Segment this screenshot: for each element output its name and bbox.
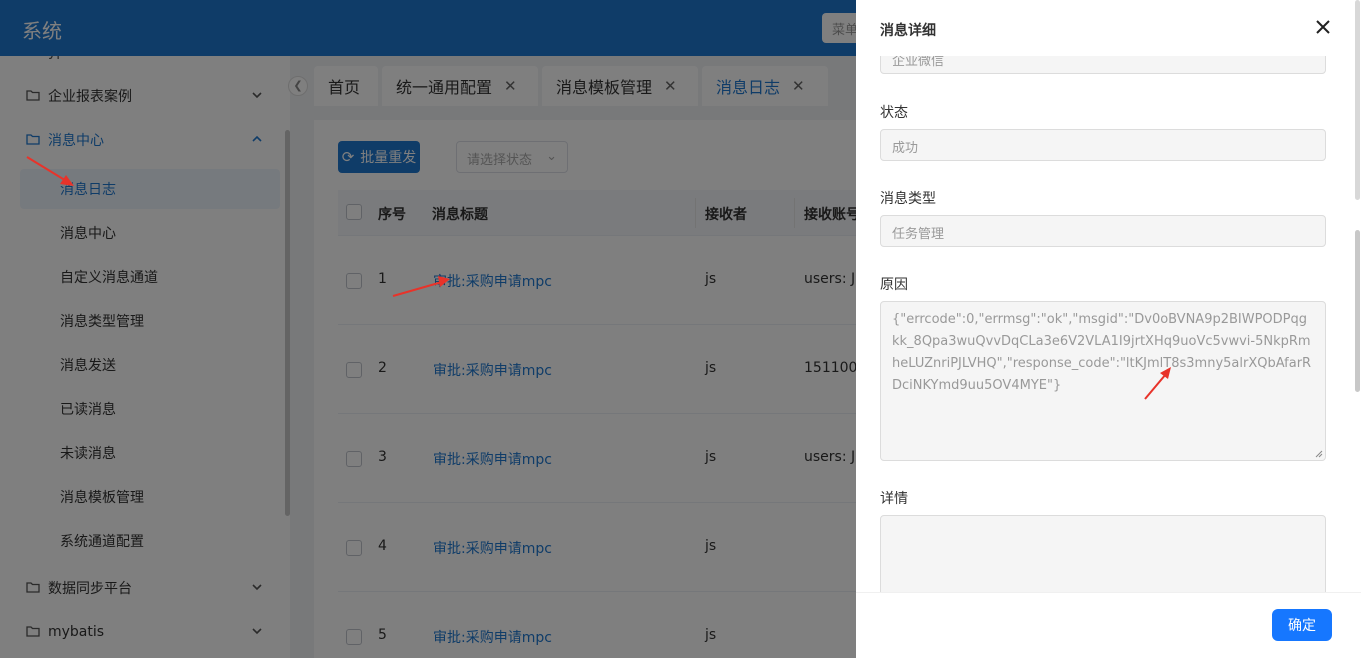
status-field[interactable]: 成功 — [880, 129, 1326, 161]
message-type-field[interactable]: 任务管理 — [880, 215, 1326, 247]
close-icon[interactable] — [1314, 18, 1332, 36]
confirm-button[interactable]: 确定 — [1272, 609, 1332, 641]
drawer-title: 消息详细 — [880, 23, 936, 39]
channel-field[interactable]: 企业微信 — [880, 56, 1326, 74]
message-detail-drawer: 消息详细 企业微信 状态 成功 消息类型 任务管理 原因 {"errcode":… — [856, 0, 1361, 658]
resize-grip-icon[interactable] — [1315, 450, 1323, 458]
detail-textarea[interactable] — [880, 515, 1326, 592]
reason-label: 原因 — [880, 277, 908, 293]
message-type-label: 消息类型 — [880, 191, 936, 207]
reason-text: {"errcode":0,"errmsg":"ok","msgid":"Dv0o… — [892, 312, 1312, 393]
drawer-mask[interactable] — [0, 0, 856, 658]
drawer-scrollbar[interactable] — [1355, 230, 1360, 392]
reason-textarea[interactable]: {"errcode":0,"errmsg":"ok","msgid":"Dv0o… — [880, 301, 1326, 461]
drawer-body: 企业微信 状态 成功 消息类型 任务管理 原因 {"errcode":0,"er… — [856, 56, 1361, 592]
detail-label: 详情 — [880, 491, 908, 507]
status-label: 状态 — [880, 105, 908, 121]
drawer-footer: 确定 — [856, 592, 1361, 658]
drawer-scroll-track[interactable] — [1355, 0, 1360, 200]
